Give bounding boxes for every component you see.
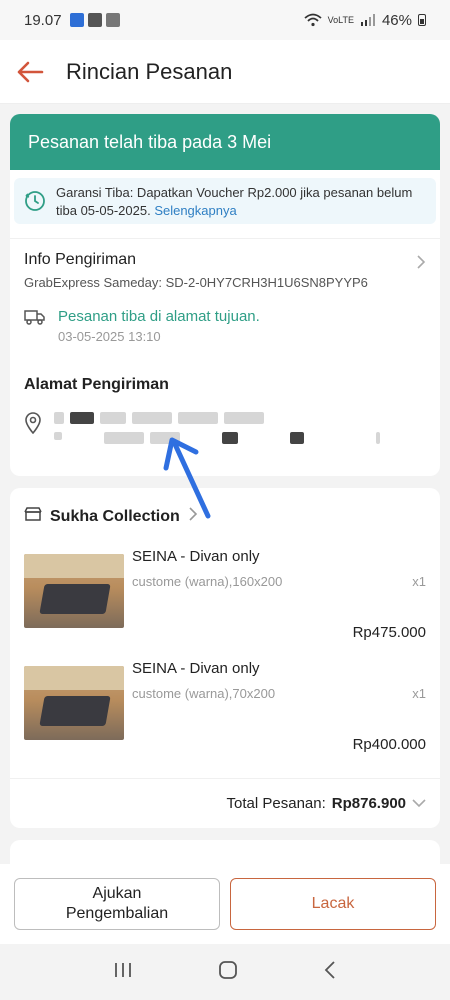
order-details-content[interactable]: Pesanan telah tiba pada 3 Mei Garansi Ti… [0,104,450,864]
product-image [24,666,124,740]
track-button[interactable]: Lacak [230,878,436,930]
chevron-right-icon [188,507,198,526]
back-arrow-icon[interactable] [14,56,46,88]
notification-icons [69,13,120,27]
app-notification-icon [69,13,84,27]
back-icon[interactable] [323,960,337,985]
status-bar: 19.07 VoLTE 46% [0,0,450,40]
truck-icon [24,308,46,344]
order-item[interactable]: SEINA - Divan only custome (warna),160x2… [10,542,440,654]
product-price: Rp475.000 [352,624,426,641]
signal-icon [360,14,375,26]
courier-tracking: GrabExpress Sameday: SD-2-0HY7CRH3H1U6SN… [24,275,368,290]
wifi-icon [304,13,322,27]
shipping-address-title: Alamat Pengiriman [24,376,169,393]
arrival-banner: Pesanan telah tiba pada 3 Mei [10,114,440,170]
product-price: Rp400.000 [352,736,426,753]
store-icon [24,506,42,527]
product-qty: x1 [412,686,426,701]
system-nav-bar [0,944,450,1000]
status-time: 19.07 [24,11,62,29]
shipping-address: Alamat Pengiriman [10,370,440,470]
product-variant: custome (warna),160x200 [132,574,283,589]
location-pin-icon [24,412,42,439]
guarantee-more-link[interactable]: Selengkapnya [154,203,236,218]
store-name: Sukha Collection [50,507,180,525]
product-variant: custome (warna),70x200 [132,686,276,701]
shipping-status-text: Pesanan tiba di alamat tujuan. [58,308,260,325]
product-name: SEINA - Divan only [132,548,260,565]
order-item[interactable]: SEINA - Divan only custome (warna),70x20… [10,654,440,766]
battery-percent: 46% [381,11,412,29]
shipping-status: Pesanan tiba di alamat tujuan. 03-05-202… [24,308,426,344]
product-qty: x1 [412,574,426,589]
app-notification-icon [105,13,120,27]
chevron-right-icon[interactable] [416,255,426,274]
page-title: Rincian Pesanan [66,58,233,84]
request-return-button[interactable]: Ajukan Pengembalian [14,878,220,930]
order-status-card: Garansi Tiba: Dapatkan Voucher Rp2.000 j… [10,170,440,476]
order-total[interactable]: Total Pesanan: Rp876.900 [10,778,440,828]
next-section-card [10,840,440,864]
arrival-guarantee[interactable]: Garansi Tiba: Dapatkan Voucher Rp2.000 j… [14,178,436,224]
battery-icon [418,14,426,26]
app-notification-icon [87,13,102,27]
chevron-down-icon[interactable] [412,795,426,812]
shipping-info-title: Info Pengiriman [24,251,137,268]
clock-check-icon [24,184,46,218]
shipping-status-time: 03-05-2025 13:10 [58,329,161,344]
order-total-value: Rp876.900 [331,795,406,812]
recents-icon[interactable] [113,961,133,984]
shipping-info[interactable]: Info Pengiriman GrabExpress Sameday: SD-… [10,238,440,362]
store-header[interactable]: Sukha Collection [10,488,440,535]
redacted-address [54,412,380,444]
product-name: SEINA - Divan only [132,660,260,677]
network-type: VoLTE [327,14,354,25]
product-image [24,554,124,628]
app-header: Rincian Pesanan [0,40,450,104]
order-total-label: Total Pesanan: [226,795,326,812]
store-order-card: Sukha Collection SEINA - Divan only cust… [10,488,440,828]
home-icon[interactable] [218,960,238,985]
bottom-action-bar: Ajukan Pengembalian Lacak [0,864,450,944]
